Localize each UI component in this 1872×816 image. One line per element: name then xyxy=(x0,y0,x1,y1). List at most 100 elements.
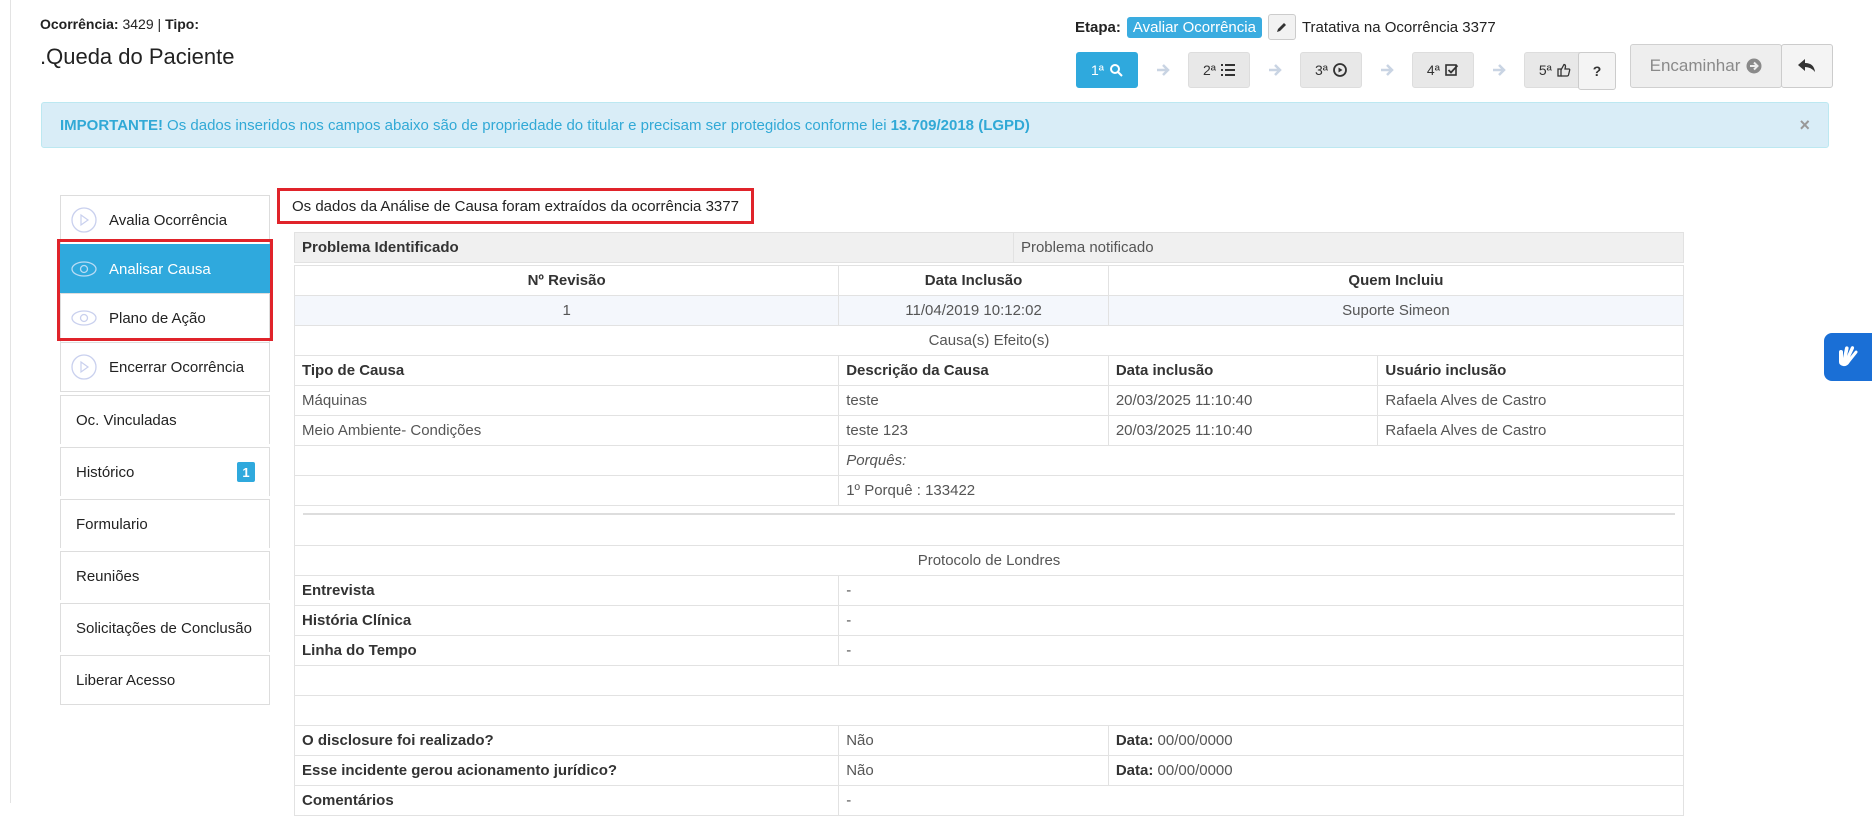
etapa-label: Etapa: xyxy=(1075,18,1121,36)
table-cell: 20/03/2025 11:10:40 xyxy=(1109,386,1379,415)
revision-row: 1 11/04/2019 10:12:02 Suporte Simeon xyxy=(294,296,1684,326)
divider xyxy=(303,513,1675,515)
sidebar-item-reunioes[interactable]: Reuniões xyxy=(60,551,270,600)
close-icon[interactable]: × xyxy=(1799,115,1810,136)
sidebar-item-label: Solicitações de Conclusão xyxy=(76,619,252,637)
row-label: O disclosure foi realizado? xyxy=(295,726,840,755)
table-cell: teste 123 xyxy=(839,416,1109,445)
step-label: 5ª xyxy=(1538,62,1552,78)
step-2-button[interactable]: 2ª xyxy=(1187,52,1250,88)
row-label: Entrevista xyxy=(295,576,840,605)
analysis-table: Problema Identificado Problema notificad… xyxy=(294,232,1684,816)
step-label: 2ª xyxy=(1202,62,1216,78)
alert-important: IMPORTANTE! xyxy=(60,116,164,134)
arrow-right-icon xyxy=(1138,63,1188,77)
table-cell: Suporte Simeon xyxy=(1342,302,1450,319)
sidebar-item-solicitacoes[interactable]: Solicitações de Conclusão xyxy=(60,603,270,652)
row-label: História Clínica xyxy=(295,606,840,635)
date-cell: Data: 00/00/0000 xyxy=(1109,756,1683,785)
table-row: História Clínica - xyxy=(294,606,1684,636)
step-3-button[interactable]: 3ª xyxy=(1299,52,1362,88)
list-icon xyxy=(1220,64,1235,76)
arrow-right-icon xyxy=(1250,63,1300,77)
porques-label-row: Porquês: xyxy=(294,446,1684,476)
sidebar-item-liberar-acesso[interactable]: Liberar Acesso xyxy=(60,655,270,705)
row-label: Comentários xyxy=(295,786,840,815)
sidebar-item-oc-vinculadas[interactable]: Oc. Vinculadas xyxy=(60,395,270,444)
ocorrencia-label: Ocorrência: xyxy=(40,16,119,32)
table-row: Meio Ambiente- Condições teste 123 20/03… xyxy=(294,416,1684,446)
table-cell: 20/03/2025 11:10:40 xyxy=(1109,416,1379,445)
causa-header-row: Tipo de Causa Descrição da Causa Data in… xyxy=(294,356,1684,386)
back-button[interactable] xyxy=(1781,44,1833,88)
sidebar-item-formulario[interactable]: Formulario xyxy=(60,499,270,548)
step-label: 1ª xyxy=(1091,62,1104,78)
sidebar-item-label: Oc. Vinculadas xyxy=(76,411,177,429)
empty-row xyxy=(294,666,1684,696)
edit-etapa-button[interactable] xyxy=(1267,14,1296,40)
problem-value: Problema notificado xyxy=(1020,239,1154,256)
sidebar-item-label: Encerrar Ocorrência xyxy=(109,358,245,376)
etapa-badge: Avaliar Ocorrência xyxy=(1126,16,1262,38)
pencil-icon xyxy=(1276,23,1286,32)
causas-title-row: Causa(s) Efeito(s) xyxy=(294,326,1684,356)
lgpd-alert: IMPORTANTE! Os dados inseridos nos campo… xyxy=(41,102,1829,148)
col-header: Descrição da Causa xyxy=(839,356,1109,385)
step-5-button[interactable]: 5ª xyxy=(1523,52,1586,88)
header-left: Ocorrência: 3429 | Tipo: .Queda do Pacie… xyxy=(40,16,234,70)
alert-text: Os dados inseridos nos campos abaixo são… xyxy=(167,116,887,134)
separator-row xyxy=(294,506,1684,546)
alert-law-link[interactable]: 13.709/2018 (LGPD) xyxy=(891,117,1030,134)
step-1-button[interactable]: 1ª xyxy=(1076,52,1138,88)
sign-language-icon xyxy=(1839,346,1858,367)
date-cell: Data: 00/00/0000 xyxy=(1109,726,1683,755)
reply-icon xyxy=(1798,59,1815,72)
col-header: Tipo de Causa xyxy=(295,356,840,385)
accessibility-hand-button[interactable] xyxy=(1824,333,1872,381)
date-value: 00/00/0000 xyxy=(1157,762,1233,779)
step-label: 3ª xyxy=(1314,62,1328,78)
table-cell: 11/04/2019 10:12:02 xyxy=(839,296,1109,325)
sidebar-highlight-box xyxy=(57,239,273,341)
analysis-notice: Os dados da Análise de Causa foram extra… xyxy=(277,188,754,224)
col-header: Data inclusão xyxy=(1109,356,1379,385)
step-4-button[interactable]: 4ª xyxy=(1411,52,1474,88)
table-row: Comentários - xyxy=(294,786,1684,816)
sidebar-item-label: Formulario xyxy=(76,515,148,533)
help-button[interactable]: ? xyxy=(1578,52,1616,90)
play-circle-icon xyxy=(71,354,97,380)
arrow-right-icon xyxy=(1362,63,1412,77)
step-label: 4ª xyxy=(1426,62,1440,78)
sidebar-item-label: Liberar Acesso xyxy=(76,671,176,689)
table-cell: teste xyxy=(839,386,1109,415)
date-value: 00/00/0000 xyxy=(1157,732,1233,749)
col-header: Quem Incluiu xyxy=(1348,272,1444,289)
table-cell: - xyxy=(846,792,852,809)
revision-header-row: Nº Revisão Data Inclusão Quem Incluiu xyxy=(294,265,1684,296)
date-label: Data: xyxy=(1115,762,1154,779)
row-label: Linha do Tempo xyxy=(295,636,840,665)
play-circle-icon xyxy=(71,207,97,233)
play-circle-icon xyxy=(1333,63,1347,77)
table-cell: Meio Ambiente- Condições xyxy=(295,416,840,445)
sidebar-item-avalia-ocorrencia[interactable]: Avalia Ocorrência xyxy=(60,195,270,244)
porque-row: 1º Porquê : 133422 xyxy=(294,476,1684,506)
empty-cell xyxy=(295,446,840,475)
section-title: Causa(s) Efeito(s) xyxy=(928,332,1050,349)
sidebar-item-label: Reuniões xyxy=(76,567,140,585)
etapa-bar: Etapa: Avaliar Ocorrência Tratativa na O… xyxy=(1075,14,1496,40)
encaminhar-button[interactable]: Encaminhar xyxy=(1630,44,1782,88)
empty-cell xyxy=(295,696,1683,725)
empty-cell xyxy=(295,476,840,505)
sidebar-item-encerrar-ocorrencia[interactable]: Encerrar Ocorrência xyxy=(60,342,270,392)
sidebar-item-historico[interactable]: Histórico 1 xyxy=(60,447,270,496)
empty-cell xyxy=(295,666,1683,695)
table-row: Linha do Tempo - xyxy=(294,636,1684,666)
tratativa-text: Tratativa na Ocorrência 3377 xyxy=(1301,18,1496,36)
table-cell: Não xyxy=(839,726,1109,755)
occurrence-meta: Ocorrência: 3429 | Tipo: xyxy=(40,16,234,32)
table-row: Máquinas teste 20/03/2025 11:10:40 Rafae… xyxy=(294,386,1684,416)
section-title: Protocolo de Londres xyxy=(917,552,1061,569)
encaminhar-label: Encaminhar xyxy=(1649,56,1741,75)
table-cell: - xyxy=(846,582,852,599)
